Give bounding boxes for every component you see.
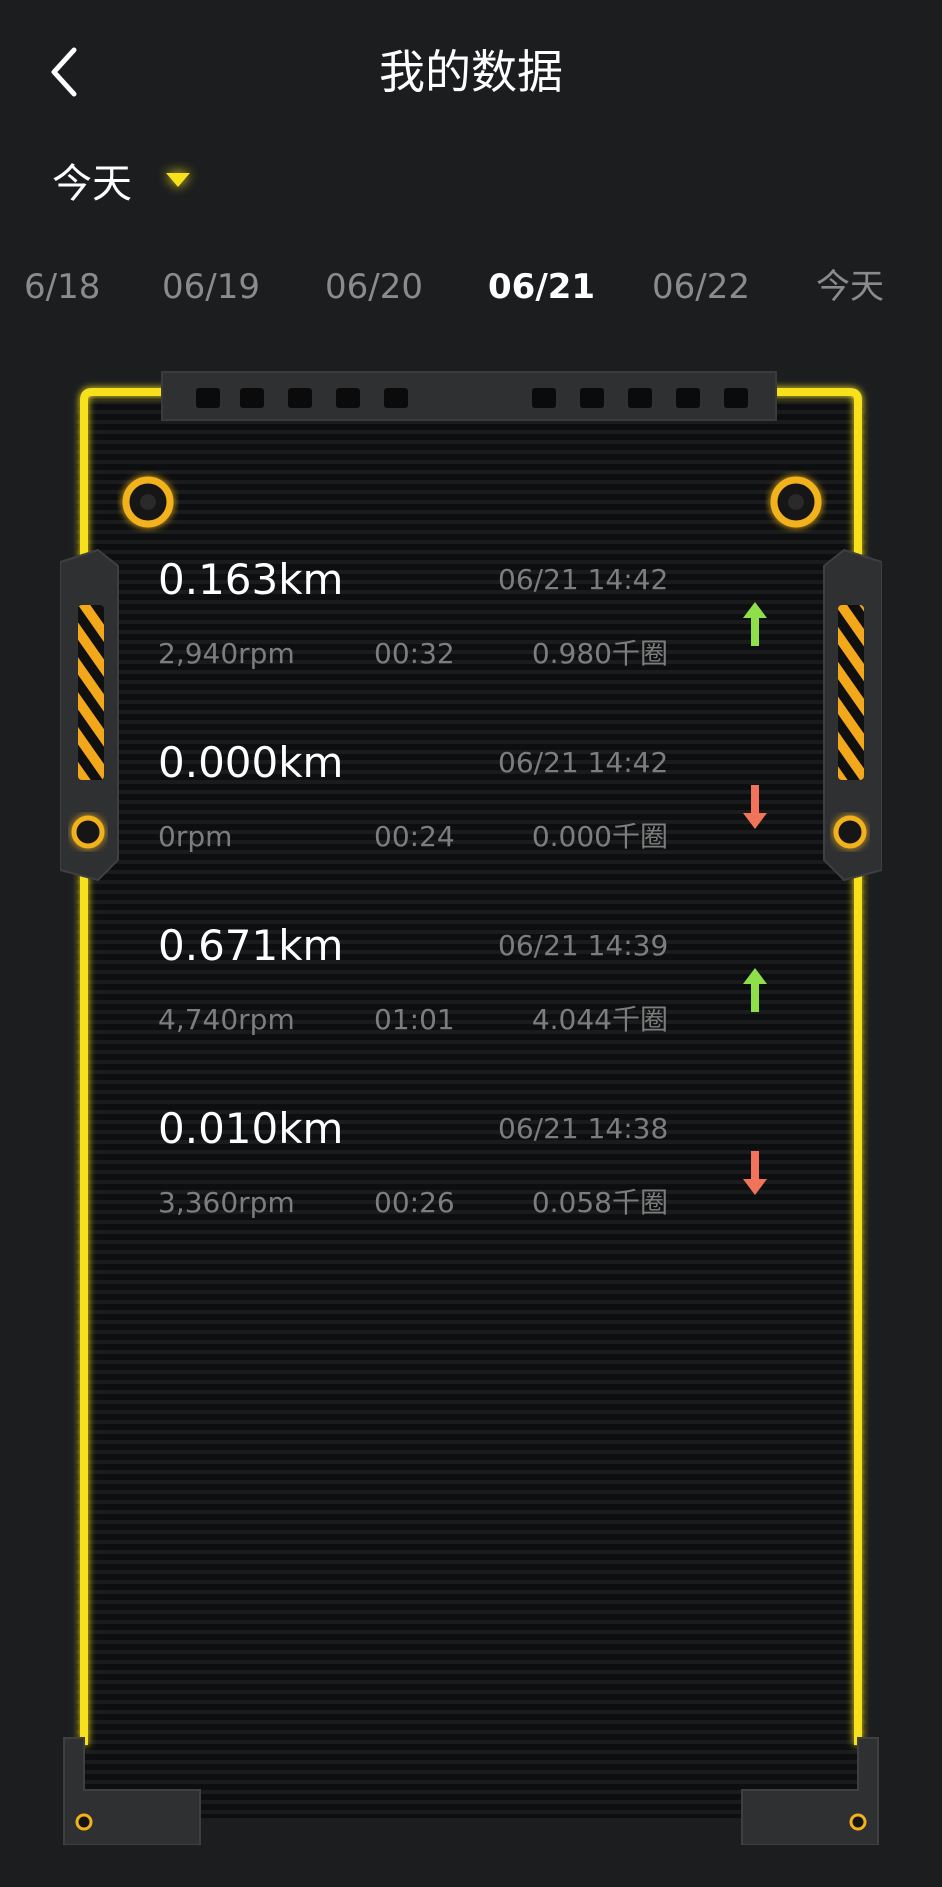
record-distance: 0.000km — [158, 738, 344, 787]
record-laps: 0.058千圈 — [531, 1186, 668, 1219]
record-item[interactable]: 0.000km 06/21 14:42 0rpm 00:24 0.000千圈 — [60, 733, 882, 903]
record-duration: 00:26 — [374, 1186, 455, 1219]
date-tabs: 6/18 06/19 06/20 06/21 06/22 今天 — [0, 262, 942, 312]
record-datetime: 06/21 14:42 — [498, 563, 669, 596]
record-distance: 0.671km — [158, 921, 344, 970]
date-range-label: 今天 — [52, 161, 132, 207]
record-rpm: 3,360rpm — [158, 1186, 295, 1219]
page-title: 我的数据 — [379, 45, 563, 99]
arrow-down-icon — [743, 785, 767, 829]
record-rpm: 0rpm — [158, 820, 233, 853]
date-tab[interactable]: 06/20 — [325, 262, 423, 312]
record-datetime: 06/21 14:39 — [498, 929, 669, 962]
record-item[interactable]: 0.163km 06/21 14:42 2,940rpm 00:32 0.980… — [60, 550, 882, 720]
record-rpm: 4,740rpm — [158, 1003, 295, 1036]
record-datetime: 06/21 14:42 — [498, 746, 669, 779]
record-laps: 0.980千圈 — [531, 637, 668, 670]
date-tab[interactable]: 今天 — [816, 262, 884, 312]
date-range-dropdown[interactable]: 今天 — [52, 150, 190, 210]
record-rpm: 2,940rpm — [158, 637, 295, 670]
record-duration: 01:01 — [374, 1003, 455, 1036]
arrow-down-icon — [743, 1151, 767, 1195]
record-datetime: 06/21 14:38 — [498, 1112, 669, 1145]
arrow-up-icon — [743, 968, 767, 1012]
date-tab[interactable]: 06/19 — [162, 262, 260, 312]
date-tab-selected[interactable]: 06/21 — [488, 262, 595, 312]
caret-down-icon — [166, 173, 190, 187]
date-tab[interactable]: 6/18 — [24, 262, 100, 312]
record-laps: 0.000千圈 — [531, 820, 668, 853]
record-item[interactable]: 0.671km 06/21 14:39 4,740rpm 01:01 4.044… — [60, 916, 882, 1086]
record-duration: 00:24 — [374, 820, 455, 853]
arrow-up-icon — [743, 602, 767, 646]
record-duration: 00:32 — [374, 637, 455, 670]
record-laps: 4.044千圈 — [531, 1003, 668, 1036]
header: 我的数据 — [0, 0, 942, 140]
record-distance: 0.010km — [158, 1104, 344, 1153]
record-distance: 0.163km — [158, 555, 344, 604]
date-tab[interactable]: 06/22 — [652, 262, 750, 312]
records-panel: 0.163km 06/21 14:42 2,940rpm 00:32 0.980… — [60, 370, 882, 1845]
record-item[interactable]: 0.010km 06/21 14:38 3,360rpm 00:26 0.058… — [60, 1099, 882, 1269]
